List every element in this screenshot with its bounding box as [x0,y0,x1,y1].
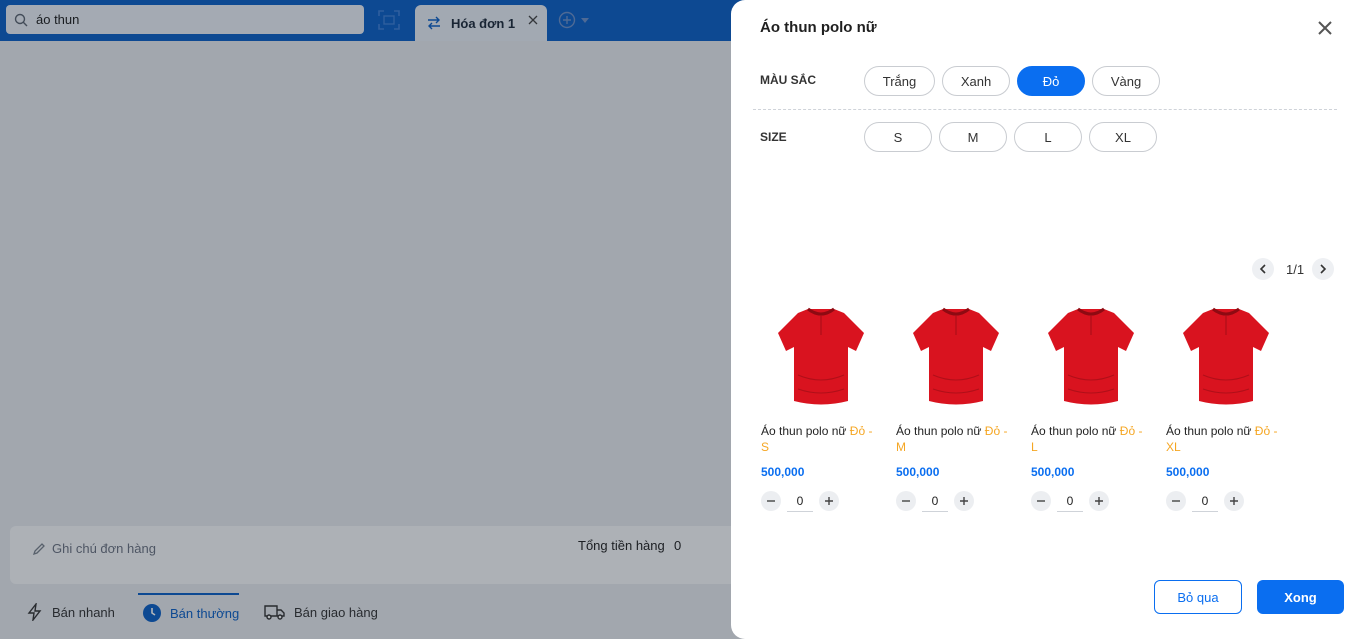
quantity-stepper [1166,490,1286,512]
increase-button[interactable] [819,491,839,511]
product-image [896,305,1016,409]
size-chip-s[interactable]: S [864,122,932,152]
color-chip-white[interactable]: Trắng [864,66,935,96]
color-chip-yellow[interactable]: Vàng [1092,66,1160,96]
quantity-stepper [896,490,1016,512]
quantity-input[interactable] [787,490,813,512]
shirt-image [913,307,999,405]
shirt-image [778,307,864,405]
plus-icon [1095,497,1103,505]
product-card[interactable]: Áo thun polo nữ Đỏ - M 500,000 [896,305,1016,512]
product-image [761,305,881,409]
size-chip-l[interactable]: L [1014,122,1082,152]
product-card[interactable]: Áo thun polo nữ Đỏ - XL 500,000 [1166,305,1286,512]
increase-button[interactable] [1089,491,1109,511]
chevron-right-icon [1320,264,1327,274]
minus-icon [902,500,910,502]
done-button[interactable]: Xong [1257,580,1344,614]
page-indicator: 1/1 [1286,261,1305,277]
product-card[interactable]: Áo thun polo nữ Đỏ - L 500,000 [1031,305,1151,512]
color-label: MÀU SẮC [760,73,816,87]
quantity-stepper [761,490,881,512]
increase-button[interactable] [1224,491,1244,511]
increase-button[interactable] [954,491,974,511]
product-card[interactable]: Áo thun polo nữ Đỏ - S 500,000 [761,305,881,512]
product-price: 500,000 [1166,465,1210,479]
size-chip-m[interactable]: M [939,122,1007,152]
product-name-text: Áo thun polo nữ [1031,424,1117,438]
product-name-text: Áo thun polo nữ [1166,424,1252,438]
divider [753,109,1337,110]
size-label: SIZE [760,130,787,144]
product-name-text: Áo thun polo nữ [761,424,847,438]
product-name: Áo thun polo nữ Đỏ - L [1031,423,1151,455]
minus-icon [767,500,775,502]
prev-page-button[interactable] [1252,258,1274,280]
decrease-button[interactable] [1031,491,1051,511]
next-page-button[interactable] [1312,258,1335,280]
size-chip-xl[interactable]: XL [1089,122,1157,152]
skip-button[interactable]: Bỏ qua [1154,580,1242,614]
quantity-input[interactable] [922,490,948,512]
decrease-button[interactable] [896,491,916,511]
product-image [1166,305,1286,409]
variant-picker-drawer: Áo thun polo nữ MÀU SẮC Trắng Xanh Đỏ Và… [731,0,1365,639]
product-name: Áo thun polo nữ Đỏ - XL [1166,423,1286,455]
pagination: 1/1 [1252,258,1335,280]
product-price: 500,000 [896,465,940,479]
decrease-button[interactable] [761,491,781,511]
close-icon[interactable] [1317,20,1333,36]
quantity-input[interactable] [1192,490,1218,512]
plus-icon [825,497,833,505]
product-price: 500,000 [761,465,805,479]
quantity-stepper [1031,490,1151,512]
minus-icon [1172,500,1180,502]
minus-icon [1037,500,1045,502]
product-name: Áo thun polo nữ Đỏ - M [896,423,1016,455]
plus-icon [1230,497,1238,505]
shirt-image [1183,307,1269,405]
decrease-button[interactable] [1166,491,1186,511]
drawer-title: Áo thun polo nữ [760,19,877,36]
product-price: 500,000 [1031,465,1075,479]
quantity-input[interactable] [1057,490,1083,512]
plus-icon [960,497,968,505]
product-image [1031,305,1151,409]
color-chip-blue[interactable]: Xanh [942,66,1010,96]
product-name: Áo thun polo nữ Đỏ - S [761,423,881,455]
shirt-image [1048,307,1134,405]
color-chip-red[interactable]: Đỏ [1017,66,1085,96]
product-name-text: Áo thun polo nữ [896,424,982,438]
chevron-left-icon [1259,264,1266,274]
